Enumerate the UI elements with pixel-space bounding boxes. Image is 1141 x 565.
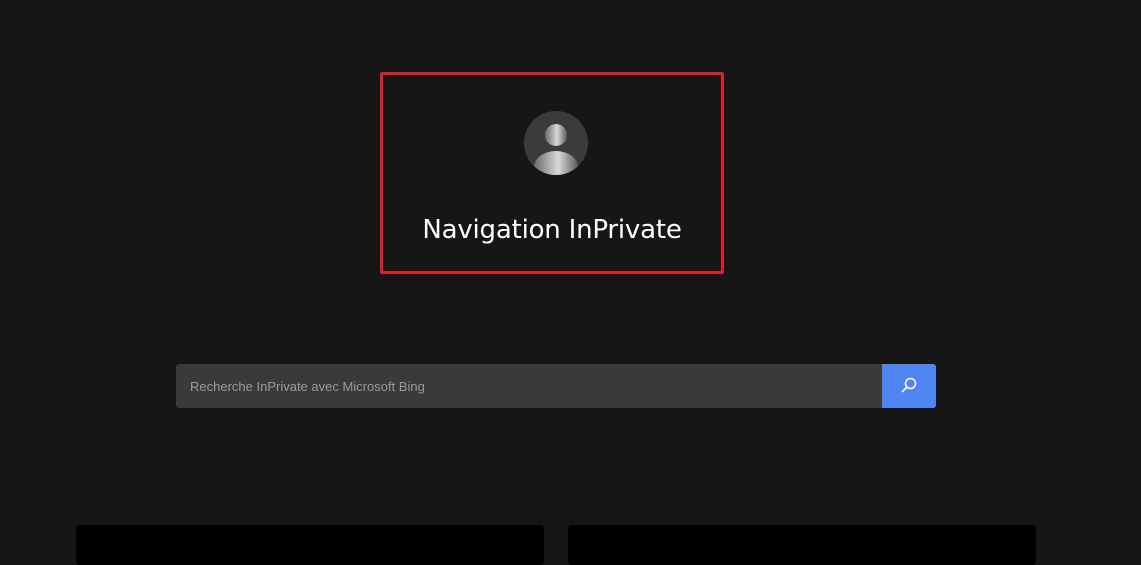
- inprivate-hero-highlight: Navigation InPrivate: [380, 72, 724, 274]
- card-right: [568, 525, 1036, 565]
- search-input[interactable]: [176, 364, 882, 408]
- person-icon: [524, 111, 588, 175]
- search-button[interactable]: [882, 364, 936, 408]
- search-icon: [900, 376, 918, 397]
- page-title: Navigation InPrivate: [422, 215, 682, 245]
- search-bar: [176, 364, 936, 408]
- card-left: [76, 525, 544, 565]
